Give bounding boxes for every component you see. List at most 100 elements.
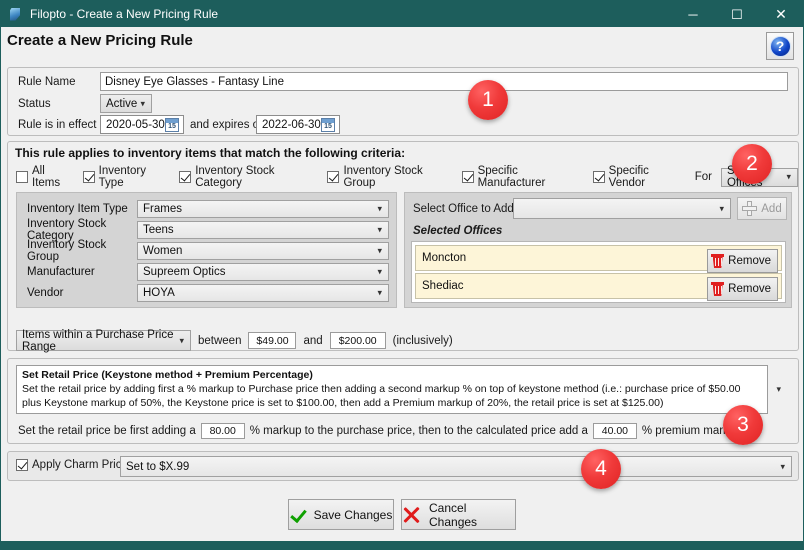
status-label: Status xyxy=(18,98,51,110)
help-button[interactable]: ? xyxy=(766,32,794,60)
remove-label: Remove xyxy=(728,283,771,295)
field-row-inventory-item-type: Inventory Item Type Frames ▾ xyxy=(17,198,396,219)
field-row-manufacturer: Manufacturer Supreem Optics ▾ xyxy=(17,261,396,282)
remove-office-button[interactable]: Remove xyxy=(707,249,778,273)
cancel-changes-button[interactable]: Cancel Changes xyxy=(401,499,516,530)
effect-date-input[interactable]: 2020-05-30 15 xyxy=(100,115,184,134)
rule-info-panel: Rule Name Disney Eye Glasses - Fantasy L… xyxy=(7,67,799,136)
for-label: For xyxy=(694,171,712,183)
inclusive-label: (inclusively) xyxy=(392,334,453,347)
expires-date-input[interactable]: 2022-06-30 15 xyxy=(256,115,340,134)
premium-percent-input[interactable]: 40.00 xyxy=(592,423,637,439)
checkbox-box xyxy=(179,171,192,183)
checkbox-specific-manufacturer[interactable]: Specific Manufacturer xyxy=(461,165,584,189)
field-value: HOYA xyxy=(143,286,175,299)
calendar-day: 15 xyxy=(168,122,176,130)
expires-date-label: and expires on xyxy=(190,119,266,131)
between-label: between xyxy=(198,334,242,347)
price-range-row: Items within a Purchase Price Range ▾ be… xyxy=(16,328,453,353)
close-icon[interactable]: ✕ xyxy=(759,1,803,27)
minimize-icon[interactable]: ─ xyxy=(671,1,715,27)
close-x-icon xyxy=(402,506,422,524)
chevron-down-icon: ▾ xyxy=(780,461,785,471)
price-range-value: Items within a Purchase Price Range xyxy=(22,328,174,353)
select-office-dropdown[interactable]: ▾ xyxy=(513,198,731,219)
checkbox-specific-vendor[interactable]: Specific Vendor xyxy=(592,165,685,189)
maximize-icon[interactable]: ☐ xyxy=(715,1,759,27)
checkbox-box xyxy=(16,171,28,183)
and-label: and xyxy=(303,334,323,347)
trash-icon xyxy=(711,254,725,268)
office-name: Shediac xyxy=(422,280,464,292)
checkbox-inventory-stock-group[interactable]: Inventory Stock Group xyxy=(327,165,452,189)
manufacturer-dropdown[interactable]: Supreem Optics ▾ xyxy=(137,262,389,281)
calendar-icon[interactable]: 15 xyxy=(165,117,179,132)
offices-panel: Select Office to Add: ▾ Add Selected Off… xyxy=(404,192,792,308)
pricing-method-title: Set Retail Price (Keystone method + Prem… xyxy=(22,369,313,381)
pricing-method-description: Set the retail price by adding first a %… xyxy=(22,382,741,409)
checkbox-box xyxy=(461,171,474,183)
calendar-icon[interactable]: 15 xyxy=(321,117,335,132)
badge-2: 2 xyxy=(732,144,772,184)
charm-pricing-panel: Apply Charm Pricing Set to $X.99 ▾ xyxy=(7,451,799,481)
checkbox-all-items[interactable]: All Items xyxy=(16,165,74,189)
chevron-down-icon: ▾ xyxy=(377,245,382,255)
charm-pricing-dropdown[interactable]: Set to $X.99 ▾ xyxy=(120,456,792,477)
markup-percent-input[interactable]: 80.00 xyxy=(200,423,245,439)
checkbox-label: All Items xyxy=(32,165,61,189)
status-dropdown[interactable]: Active ▾ xyxy=(100,94,152,113)
effect-date-label: Rule is in effect on xyxy=(18,119,113,131)
list-item[interactable]: Shediac Remove xyxy=(415,273,782,301)
checkbox-box xyxy=(16,459,28,471)
max-price-input[interactable]: $200.00 xyxy=(329,332,386,349)
criteria-fields-panel: Inventory Item Type Frames ▾ Inventory S… xyxy=(16,192,397,308)
field-label: Manufacturer xyxy=(27,265,95,278)
field-label: Inventory Stock Group xyxy=(27,238,107,263)
field-value: Supreem Optics xyxy=(143,265,226,278)
checkbox-box xyxy=(592,171,605,183)
remove-label: Remove xyxy=(728,255,771,267)
rule-name-input[interactable]: Disney Eye Glasses - Fantasy Line xyxy=(100,72,788,91)
inventory-stock-category-dropdown[interactable]: Teens ▾ xyxy=(137,220,389,239)
markup-text-2: % markup to the purchase price, then to … xyxy=(249,425,588,437)
remove-office-button[interactable]: Remove xyxy=(707,277,778,301)
rule-name-label: Rule Name xyxy=(18,76,76,88)
pricing-method-dropdown[interactable]: Set Retail Price (Keystone method + Prem… xyxy=(16,365,781,414)
badge-4: 4 xyxy=(581,449,621,489)
price-range-dropdown[interactable]: Items within a Purchase Price Range ▾ xyxy=(16,328,191,353)
chevron-down-icon: ▾ xyxy=(140,98,145,108)
inventory-item-type-dropdown[interactable]: Frames ▾ xyxy=(137,199,389,218)
badge-1: 1 xyxy=(468,80,508,120)
chevron-down-icon: ▾ xyxy=(719,203,724,213)
checkbox-inventory-stock-category[interactable]: Inventory Stock Category xyxy=(179,165,318,189)
add-office-button[interactable]: Add xyxy=(737,197,787,220)
inventory-stock-group-dropdown[interactable]: Women ▾ xyxy=(137,241,389,260)
vendor-dropdown[interactable]: HOYA ▾ xyxy=(137,283,389,302)
chevron-down-icon: ▾ xyxy=(179,335,184,345)
plus-icon xyxy=(742,201,758,216)
field-value: Teens xyxy=(143,223,174,236)
filopto-logo-icon xyxy=(8,7,23,22)
field-row-inventory-stock-group: Inventory Stock Group Women ▾ xyxy=(17,238,396,263)
help-icon: ? xyxy=(769,35,791,57)
window-controls: ─ ☐ ✕ xyxy=(671,1,803,27)
trash-icon xyxy=(711,282,725,296)
list-item[interactable]: Moncton Remove xyxy=(415,245,782,273)
cancel-label: Cancel Changes xyxy=(429,500,478,529)
min-price-input[interactable]: $49.00 xyxy=(248,332,297,349)
checkbox-apply-charm-pricing[interactable]: Apply Charm Pricing xyxy=(16,459,137,471)
pricing-rule-window: Filopto - Create a New Pricing Rule ─ ☐ … xyxy=(0,0,804,550)
chevron-down-icon: ▾ xyxy=(377,203,382,213)
checkbox-inventory-type[interactable]: Inventory Type xyxy=(82,165,171,189)
chevron-down-icon: ▾ xyxy=(377,224,382,234)
save-label: Save Changes xyxy=(313,507,393,522)
save-changes-button[interactable]: Save Changes xyxy=(288,499,394,530)
criteria-title: This rule applies to inventory items tha… xyxy=(15,146,406,160)
expires-date-value: 2022-06-30 xyxy=(262,118,321,131)
badge-3: 3 xyxy=(723,405,763,445)
select-office-label: Select Office to Add: xyxy=(413,203,517,215)
field-label: Inventory Item Type xyxy=(27,202,128,215)
chevron-down-icon: ▾ xyxy=(776,383,781,394)
checkbox-label: Specific Manufacturer xyxy=(477,165,546,189)
field-row-inventory-stock-category: Inventory Stock Category Teens ▾ xyxy=(17,218,396,242)
